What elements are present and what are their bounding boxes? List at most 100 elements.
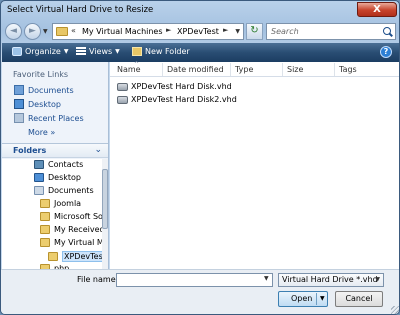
address-overflow-chevron[interactable]: « — [71, 26, 76, 35]
organize-icon — [12, 47, 22, 56]
new-folder-label: New Folder — [145, 47, 190, 56]
close-icon: X — [373, 4, 381, 15]
back-icon: ◄ — [10, 26, 17, 36]
address-segment-xpdevtest[interactable]: XPDevTest — [177, 27, 219, 36]
file-name-dropdown-icon[interactable]: ▼ — [264, 275, 269, 282]
favorite-link-recent-places[interactable]: Recent Places — [14, 113, 84, 123]
recent-places-icon — [14, 113, 24, 123]
file-row[interactable]: XPDevTest Hard Disk2.vhd — [117, 95, 237, 104]
folder-tree: Contacts Desktop Documents Joomla Micros… — [2, 159, 108, 269]
dialog-footer: File name: ▼ Virtual Hard Drive *.vhd ▼ … — [1, 269, 399, 314]
new-folder-icon — [132, 47, 142, 56]
address-separator[interactable]: ► — [166, 26, 171, 34]
open-label: Open — [291, 294, 313, 303]
file-name: XPDevTest Hard Disk.vhd — [131, 82, 232, 91]
column-header-size[interactable]: Size — [287, 65, 303, 74]
column-header-date-modified[interactable]: Date modified — [167, 65, 224, 74]
views-button[interactable]: Views ▼ — [76, 47, 120, 56]
close-button[interactable]: X — [357, 2, 397, 17]
title-bar: Select Virtual Hard Drive to Resize X — [1, 1, 399, 21]
documents-icon — [14, 85, 24, 95]
chevron-down-icon: ▼ — [115, 48, 120, 55]
search-icon[interactable] — [383, 27, 391, 35]
forward-button[interactable]: ► — [24, 23, 41, 40]
tree-item-label: My Virtual M — [54, 238, 104, 247]
resize-grip[interactable] — [391, 306, 399, 314]
open-button[interactable]: Open ▼ — [278, 291, 328, 307]
desktop-icon — [14, 99, 24, 109]
file-type-select[interactable]: Virtual Hard Drive *.vhd ▼ — [278, 273, 384, 287]
favorite-links-heading: Favorite Links — [13, 70, 69, 79]
forward-icon: ► — [29, 26, 36, 36]
tree-item-label: My Received — [54, 225, 105, 234]
command-toolbar: Organize ▼ Views ▼ New Folder ? — [2, 43, 399, 62]
organize-button[interactable]: Organize ▼ — [12, 47, 68, 56]
tree-item-label: Microsoft So — [54, 212, 103, 221]
more-links-button[interactable]: More » — [28, 128, 55, 137]
scrollbar-thumb[interactable] — [102, 169, 108, 229]
address-row: ◄ ► ▼ « My Virtual Machines ► XPDevTest … — [5, 22, 397, 42]
folder-icon — [34, 186, 44, 195]
tree-item-joomla[interactable]: Joomla — [40, 199, 81, 208]
cancel-label: Cancel — [345, 294, 373, 303]
address-segment-my-virtual-machines[interactable]: My Virtual Machines — [82, 27, 163, 36]
tree-item-microsoft-so[interactable]: Microsoft So — [40, 212, 103, 221]
vhd-file-icon — [117, 95, 128, 104]
back-button[interactable]: ◄ — [5, 23, 22, 40]
column-divider[interactable] — [230, 63, 231, 76]
chevron-down-icon: ⌄ — [94, 145, 102, 155]
address-dropdown-icon[interactable]: ▼ — [235, 28, 240, 35]
help-icon[interactable]: ? — [380, 46, 392, 58]
contacts-icon — [34, 160, 44, 169]
file-name-label: File name: — [77, 275, 119, 284]
cancel-button[interactable]: Cancel — [335, 291, 383, 307]
search-placeholder: Search — [271, 27, 299, 36]
open-options-dropdown-icon[interactable]: ▼ — [320, 295, 325, 302]
column-divider[interactable] — [334, 63, 335, 76]
tree-item-label: Contacts — [48, 160, 84, 169]
folder-icon — [56, 27, 68, 36]
favorite-link-label: Documents — [28, 85, 74, 95]
column-header-tags[interactable]: Tags — [339, 65, 357, 74]
tree-item-my-received[interactable]: My Received — [40, 225, 105, 234]
refresh-button[interactable]: ↻ — [246, 23, 263, 40]
folder-tree-scrollbar[interactable] — [102, 159, 108, 269]
file-row[interactable]: XPDevTest Hard Disk.vhd — [117, 82, 232, 91]
refresh-icon: ↻ — [250, 25, 259, 36]
folder-icon — [48, 252, 58, 261]
tree-item-label: Joomla — [54, 199, 82, 208]
folder-icon — [40, 225, 50, 234]
tree-item-label: XPDevTest — [62, 251, 108, 262]
split-button-divider — [316, 293, 317, 305]
address-bar[interactable]: « My Virtual Machines ► XPDevTest ► ▼ — [52, 23, 244, 40]
folder-icon — [40, 199, 50, 208]
tree-item-contacts[interactable]: Contacts — [34, 160, 83, 169]
folder-icon — [40, 212, 50, 221]
favorite-link-desktop[interactable]: Desktop — [14, 99, 61, 109]
tree-item-my-virtual-machines[interactable]: My Virtual M — [40, 238, 104, 247]
recent-pages-dropdown[interactable]: ▼ — [43, 28, 48, 35]
column-header-row: ^ Name Date modified Type Size Tags — [110, 61, 399, 77]
folders-toggle[interactable]: Folders ⌄ — [2, 143, 108, 158]
file-name-input[interactable] — [116, 273, 273, 287]
column-header-type[interactable]: Type — [235, 65, 253, 74]
file-name: XPDevTest Hard Disk2.vhd — [131, 95, 237, 104]
desktop-icon — [34, 173, 44, 182]
favorite-link-label: Desktop — [28, 99, 61, 109]
vhd-file-icon — [117, 82, 128, 91]
search-input[interactable]: Search — [266, 23, 396, 40]
file-list-pane: ^ Name Date modified Type Size Tags XPDe… — [110, 61, 399, 269]
tree-item-documents[interactable]: Documents — [34, 186, 94, 195]
column-header-name[interactable]: Name — [117, 65, 141, 74]
chevron-down-icon: ▼ — [63, 48, 69, 55]
tree-item-xpdevtest[interactable]: XPDevTest — [48, 251, 108, 262]
address-separator[interactable]: ► — [223, 26, 228, 34]
column-divider[interactable] — [282, 63, 283, 76]
views-label: Views — [89, 47, 113, 56]
tree-item-label: Documents — [48, 186, 94, 195]
window-title: Select Virtual Hard Drive to Resize — [7, 5, 154, 15]
favorite-link-documents[interactable]: Documents — [14, 85, 74, 95]
new-folder-button[interactable]: New Folder — [132, 47, 190, 56]
tree-item-desktop[interactable]: Desktop — [34, 173, 81, 182]
column-divider[interactable] — [162, 63, 163, 76]
